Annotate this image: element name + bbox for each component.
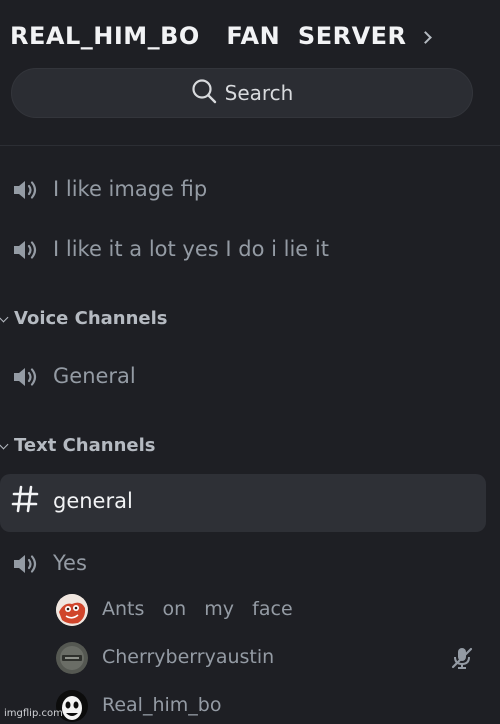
channel-label: I like it a lot yes I do i lie it [53,237,329,261]
channel-item-yes[interactable]: Yes [0,546,500,582]
speaker-icon [11,175,41,205]
server-header[interactable]: REAL_HIM_BO FAN SERVER [10,16,432,56]
channel-label: I like image fip [53,177,208,201]
hash-icon [11,484,39,521]
channel-label: General [53,364,136,388]
speaker-icon [11,362,41,392]
speaker-icon [11,549,41,579]
header-divider [0,145,500,146]
category-voice-channels[interactable]: Voice Channels [0,308,500,332]
chevron-down-icon [0,312,9,323]
discord-channel-sidebar: REAL_HIM_BO FAN SERVER Search I like ima… [0,0,500,724]
member-name: Cherryberryaustin [102,646,275,668]
avatar [56,642,88,674]
chevron-right-icon [418,30,432,44]
search-label: Search [224,81,294,105]
member-name: Ants on my face [102,598,293,620]
channel-item-i-like-image-fip[interactable]: I like image fip [0,172,500,208]
category-text-channels[interactable]: Text Channels [0,435,500,459]
category-label: Text Channels [14,435,156,456]
search-icon [191,78,217,108]
category-label: Voice Channels [14,308,168,329]
member-name: Real_him_bo [102,694,222,716]
server-title: REAL_HIM_BO FAN SERVER [10,22,407,50]
channel-item-general-text[interactable]: general [0,474,486,532]
voice-member[interactable]: Real_him_bo [0,688,500,724]
avatar [56,594,88,626]
voice-member[interactable]: Cherryberryaustin [0,640,500,676]
watermark: imgflip.com [4,708,63,719]
speaker-icon [11,235,41,265]
chevron-down-icon [0,439,9,450]
voice-member[interactable]: Ants on my face [0,592,500,628]
mic-muted-icon [450,646,474,670]
channel-label: Yes [53,551,87,575]
search-button[interactable]: Search [11,68,473,118]
channel-item-general-voice[interactable]: General [0,359,500,395]
channel-item-i-like-it-a-lot[interactable]: I like it a lot yes I do i lie it [0,232,500,268]
channel-label: general [53,489,133,513]
